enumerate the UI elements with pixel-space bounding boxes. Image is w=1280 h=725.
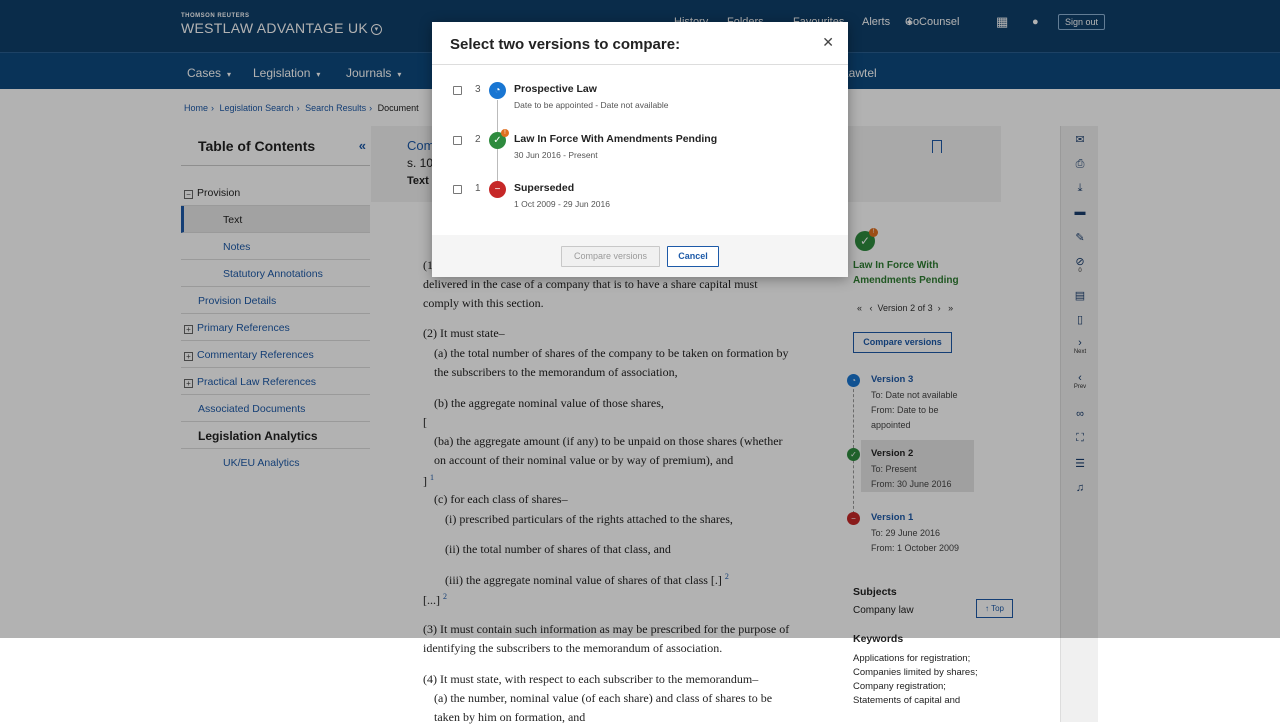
version-checkbox[interactable]: [453, 136, 462, 145]
text-line: taken by him on formation, and: [434, 710, 586, 724]
version-option-1[interactable]: 1 − Superseded 1 Oct 2009 - 29 Jun 2016: [432, 181, 848, 235]
dialog-divider: [432, 64, 848, 65]
version-option-3[interactable]: 3 ◔ Prospective Law Date to be appointed…: [432, 82, 848, 136]
version-name: Superseded: [514, 182, 575, 194]
text-line: (4) It must state, with respect to each …: [423, 672, 759, 686]
dialog-footer: Compare versions Cancel: [432, 235, 848, 277]
keywords-value: Applications for registration; Companies…: [853, 653, 978, 706]
version-checkbox[interactable]: [453, 86, 462, 95]
version-number: 3: [475, 84, 481, 95]
text-line: (a) the number, nominal value (of each s…: [434, 691, 773, 705]
close-icon[interactable]: ✕: [822, 34, 834, 51]
dialog-cancel-button[interactable]: Cancel: [667, 246, 719, 267]
prospective-clock-icon: ◔: [489, 82, 506, 99]
version-number: 2: [475, 134, 481, 145]
version-name: Prospective Law: [514, 83, 597, 95]
version-dates: 1 Oct 2009 - 29 Jun 2016: [514, 199, 610, 209]
version-checkbox[interactable]: [453, 185, 462, 194]
compare-versions-dialog: Select two versions to compare: ✕ 3 ◔ Pr…: [432, 22, 848, 277]
text-line: identifying the subscribers to the memor…: [423, 641, 723, 655]
pending-alert-icon: !: [501, 129, 509, 137]
superseded-icon: −: [489, 181, 506, 198]
version-name: Law In Force With Amendments Pending: [514, 133, 718, 145]
dialog-title: Select two versions to compare:: [450, 36, 681, 53]
in-force-check-icon: ✓!: [489, 129, 509, 149]
version-option-2[interactable]: 2 ✓! Law In Force With Amendments Pendin…: [432, 129, 848, 186]
version-number: 1: [475, 183, 481, 194]
version-dates: 30 Jun 2016 - Present: [514, 150, 598, 160]
dialog-compare-button[interactable]: Compare versions: [561, 246, 660, 267]
version-dates: Date to be appointed - Date not availabl…: [514, 100, 669, 110]
